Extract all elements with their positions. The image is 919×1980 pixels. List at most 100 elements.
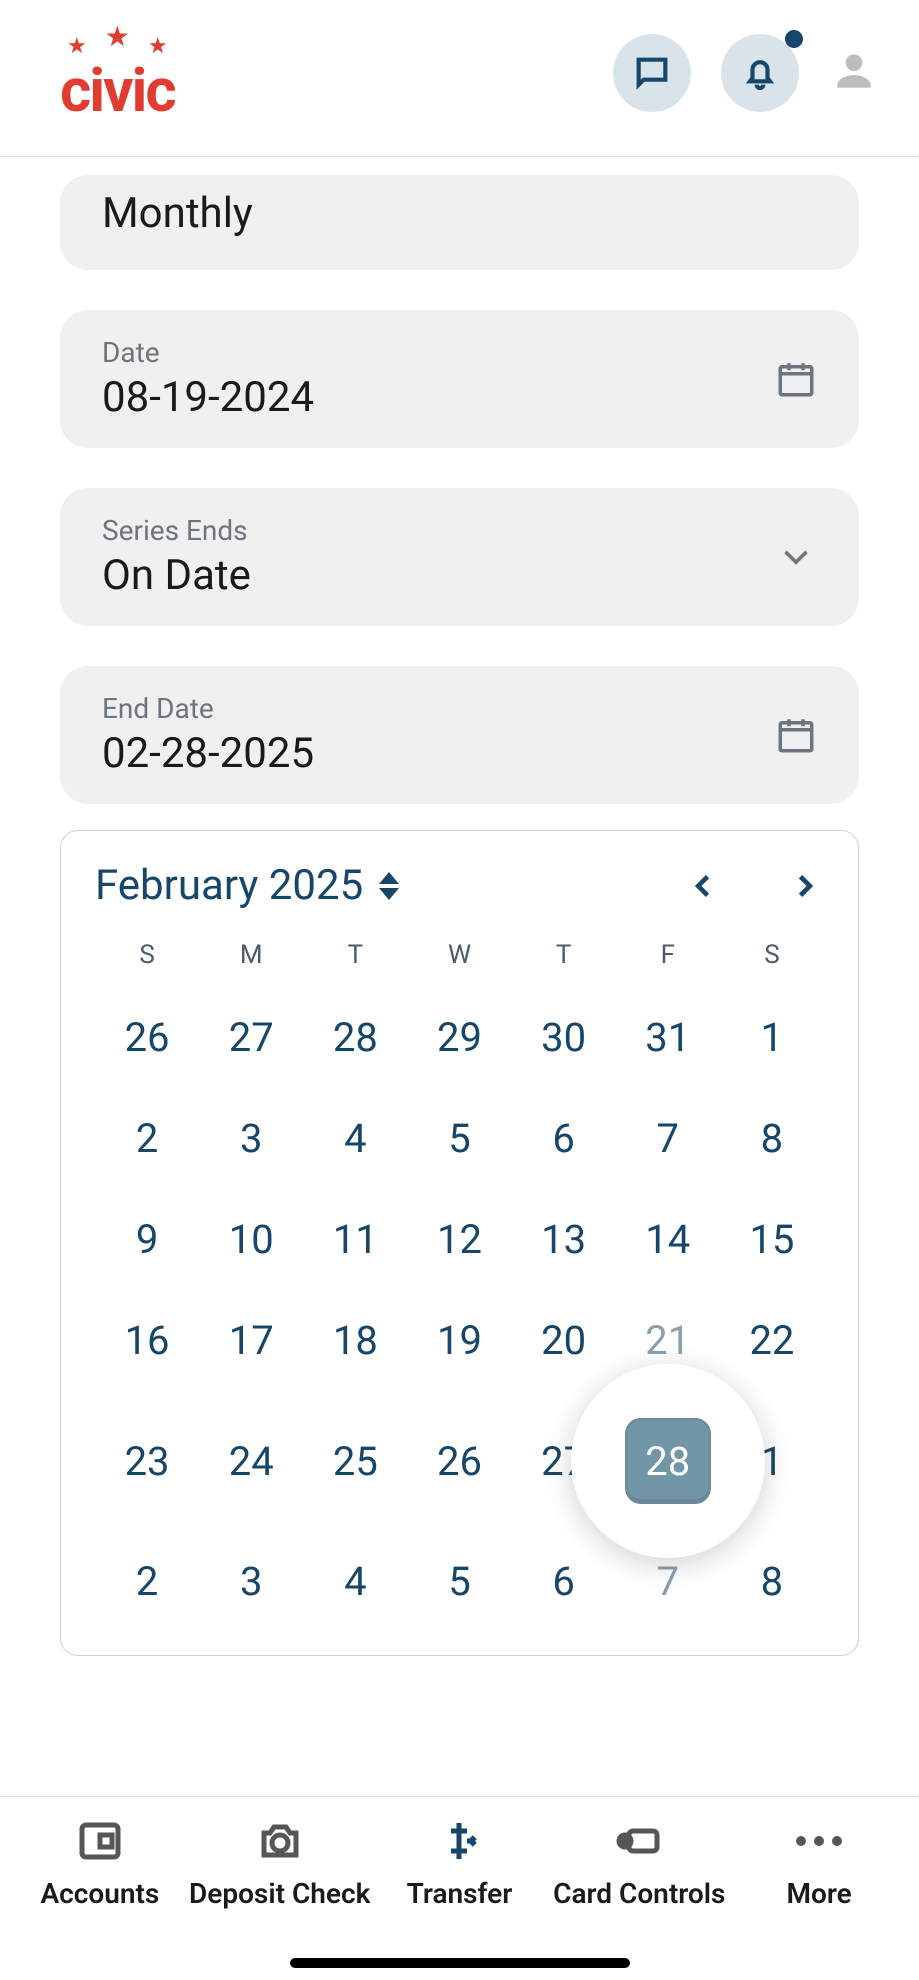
calendar-dow: M: [199, 940, 303, 970]
month-year-label: February 2025: [95, 861, 363, 910]
star-icon: ★: [105, 20, 130, 53]
calendar-day[interactable]: 23: [95, 1408, 199, 1514]
profile-button[interactable]: [829, 46, 879, 100]
calendar-day[interactable]: 7: [616, 1105, 720, 1172]
calendar-nav: [684, 866, 824, 906]
nav-more[interactable]: More: [729, 1817, 909, 1910]
calendar-day[interactable]: 10: [199, 1206, 303, 1273]
chevron-left-icon: [690, 864, 718, 908]
nav-accounts[interactable]: Accounts: [10, 1817, 190, 1910]
chat-icon: [632, 53, 672, 93]
more-icon: [796, 1817, 842, 1865]
calendar-day[interactable]: 28: [303, 1004, 407, 1071]
prev-month-button[interactable]: [684, 866, 724, 906]
calendar-dow: W: [407, 940, 511, 970]
accounts-icon: [76, 1817, 124, 1865]
calendar-day[interactable]: 29: [407, 1004, 511, 1071]
nav-label: Deposit Check: [190, 1877, 370, 1910]
nav-label: Accounts: [40, 1877, 159, 1910]
calendar-day[interactable]: 3: [199, 1548, 303, 1615]
calendar-dow: S: [95, 940, 199, 970]
chevron-down-icon: [775, 536, 817, 578]
calendar-day[interactable]: 16: [95, 1307, 199, 1374]
calendar-day[interactable]: 17: [199, 1307, 303, 1374]
calendar-day[interactable]: 20: [512, 1307, 616, 1374]
calendar-day-selected[interactable]: 28: [616, 1408, 720, 1514]
calendar-day[interactable]: 2: [95, 1105, 199, 1172]
series-ends-label: Series Ends: [102, 514, 251, 547]
chat-button[interactable]: [613, 34, 691, 112]
brand-logo: ★ ★ ★ civic: [60, 20, 175, 126]
calendar-dow: S: [720, 940, 824, 970]
nav-label: More: [786, 1877, 851, 1910]
calendar-day[interactable]: 31: [616, 1004, 720, 1071]
calendar-day[interactable]: 4: [303, 1105, 407, 1172]
calendar-day[interactable]: 22: [720, 1307, 824, 1374]
calendar-day[interactable]: 6: [512, 1548, 616, 1615]
logo-stars: ★ ★ ★: [67, 20, 168, 59]
series-ends-value: On Date: [102, 551, 251, 600]
nav-card-controls[interactable]: Card Controls: [549, 1817, 729, 1910]
calendar-day[interactable]: 2: [95, 1548, 199, 1615]
calendar-icon: [775, 714, 817, 756]
app-header: ★ ★ ★ civic: [0, 0, 919, 157]
header-actions: [613, 34, 879, 112]
calendar-day[interactable]: 18: [303, 1307, 407, 1374]
nav-label: Card Controls: [553, 1877, 725, 1910]
chevron-right-icon: [790, 864, 818, 908]
notifications-button[interactable]: [721, 34, 799, 112]
month-year-selector[interactable]: February 2025: [95, 861, 399, 910]
spinner-icon: [379, 872, 399, 900]
calendar-day[interactable]: 30: [512, 1004, 616, 1071]
calendar-day[interactable]: 3: [199, 1105, 303, 1172]
next-month-button[interactable]: [784, 866, 824, 906]
notification-dot: [785, 30, 803, 48]
calendar-day[interactable]: 7: [616, 1548, 720, 1615]
calendar-day[interactable]: 9: [95, 1206, 199, 1273]
calendar-day[interactable]: 12: [407, 1206, 511, 1273]
nav-label: Transfer: [407, 1877, 513, 1910]
calendar-day[interactable]: 6: [512, 1105, 616, 1172]
end-date-field[interactable]: End Date 02-28-2025: [60, 666, 859, 804]
bell-icon: [740, 53, 780, 93]
main-content: Monthly Date 08-19-2024 Series Ends On D…: [0, 157, 919, 1796]
nav-transfer[interactable]: Transfer: [370, 1817, 550, 1910]
calendar-day[interactable]: 1: [720, 1004, 824, 1071]
frequency-value: Monthly: [102, 189, 253, 238]
calendar-dow: T: [512, 940, 616, 970]
calendar-dow: T: [303, 940, 407, 970]
calendar-day[interactable]: 25: [303, 1408, 407, 1514]
camera-icon: [256, 1817, 304, 1865]
calendar-day[interactable]: 5: [407, 1548, 511, 1615]
calendar-day[interactable]: 26: [407, 1408, 511, 1514]
date-field[interactable]: Date 08-19-2024: [60, 310, 859, 448]
calendar-day[interactable]: 26: [95, 1004, 199, 1071]
calendar-grid: SMTWTFS262728293031123456789101112131415…: [95, 940, 824, 1615]
calendar-day[interactable]: 15: [720, 1206, 824, 1273]
frequency-field[interactable]: Monthly: [60, 175, 859, 270]
calendar-day[interactable]: 11: [303, 1206, 407, 1273]
calendar-day[interactable]: 24: [199, 1408, 303, 1514]
calendar-dow: F: [616, 940, 720, 970]
date-value: 08-19-2024: [102, 373, 314, 422]
home-indicator: [290, 1958, 630, 1968]
calendar-day[interactable]: 27: [199, 1004, 303, 1071]
calendar-day[interactable]: 5: [407, 1105, 511, 1172]
calendar-day[interactable]: 13: [512, 1206, 616, 1273]
datepicker-popup: February 2025 SMTWTFS2627282930311234567…: [60, 830, 859, 1656]
date-label: Date: [102, 336, 314, 369]
calendar-day[interactable]: 4: [303, 1548, 407, 1615]
calendar-day[interactable]: 14: [616, 1206, 720, 1273]
bottom-nav: Accounts Deposit Check Transfer Card Con…: [0, 1796, 919, 1980]
calendar-day[interactable]: 8: [720, 1548, 824, 1615]
card-controls-icon: [615, 1817, 663, 1865]
end-date-value: 02-28-2025: [102, 729, 314, 778]
transfer-icon: [435, 1817, 483, 1865]
calendar-day[interactable]: 8: [720, 1105, 824, 1172]
calendar-header: February 2025: [95, 861, 824, 910]
calendar-day[interactable]: 19: [407, 1307, 511, 1374]
series-ends-field[interactable]: Series Ends On Date: [60, 488, 859, 626]
logo-text: civic: [60, 55, 175, 126]
profile-icon: [829, 46, 879, 96]
nav-deposit-check[interactable]: Deposit Check: [190, 1817, 370, 1910]
